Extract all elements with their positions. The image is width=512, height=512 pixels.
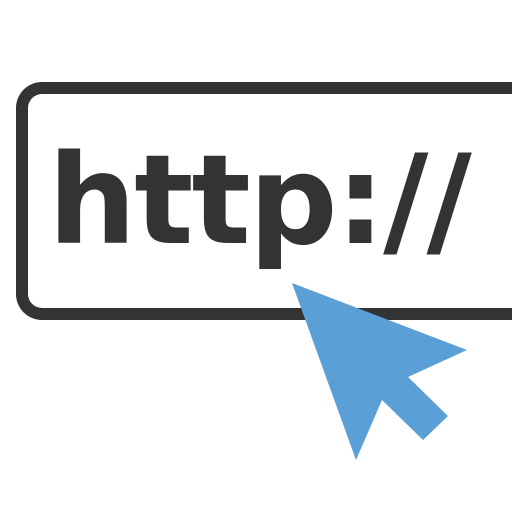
url-protocol-text: http:// (48, 129, 472, 273)
url-icon-canvas: http:// (0, 0, 512, 512)
